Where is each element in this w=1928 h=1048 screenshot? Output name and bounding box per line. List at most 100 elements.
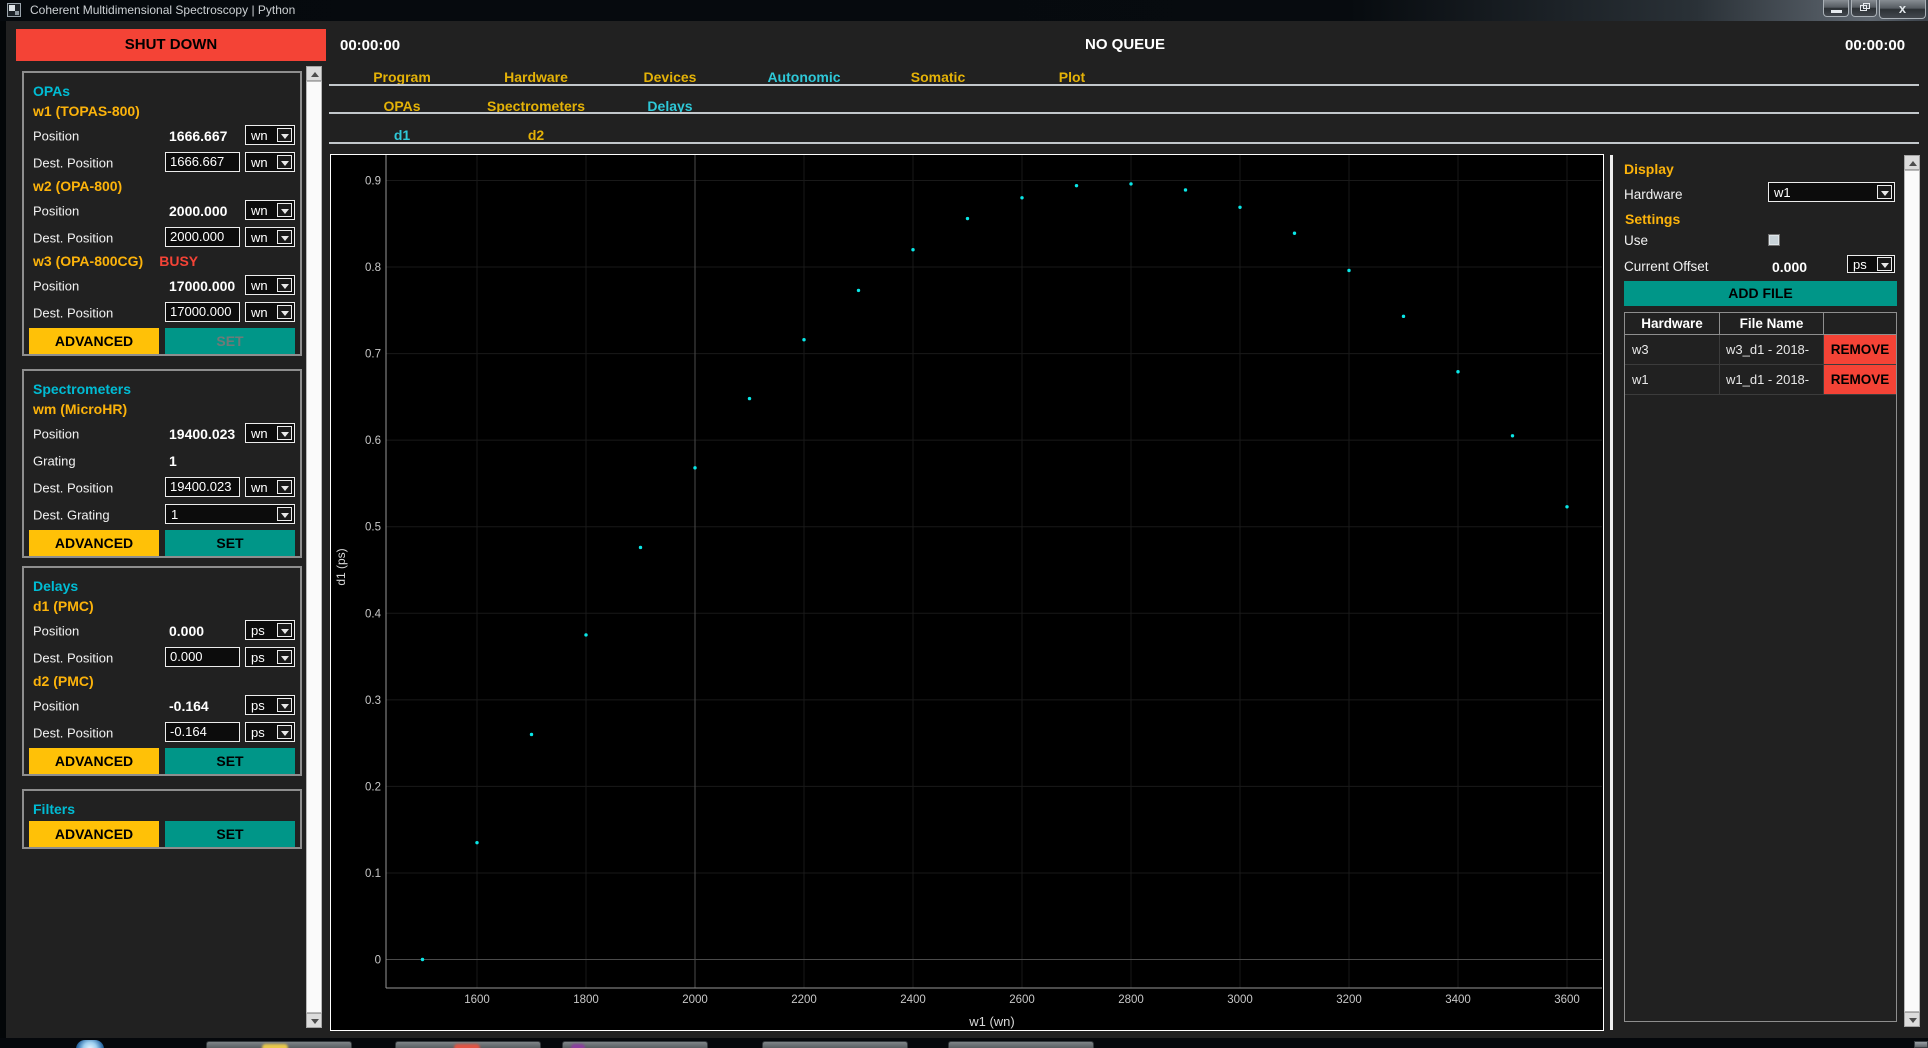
position-value: 19400.023 bbox=[169, 426, 235, 442]
unit-dropdown[interactable]: wn bbox=[245, 275, 295, 295]
chevron-down-icon bbox=[277, 305, 292, 319]
dest-position-input[interactable]: 19400.023 bbox=[165, 477, 240, 497]
scatter-plot[interactable]: 00.10.20.30.40.50.60.70.80.9160018002000… bbox=[330, 154, 1604, 1031]
set-button[interactable]: SET bbox=[165, 821, 295, 847]
chevron-down-icon bbox=[277, 507, 292, 521]
chevron-down-icon bbox=[277, 128, 292, 142]
show-desktop-button[interactable] bbox=[1914, 1041, 1928, 1048]
right-panel-scrollbar[interactable] bbox=[1904, 155, 1920, 1027]
advanced-button[interactable]: ADVANCED bbox=[29, 328, 159, 354]
shutdown-button[interactable]: SHUT DOWN bbox=[16, 29, 326, 61]
tab-underline-1 bbox=[329, 84, 1919, 86]
app-icon bbox=[7, 3, 21, 17]
start-orb-icon[interactable] bbox=[76, 1040, 104, 1048]
unit-dropdown[interactable]: wn bbox=[245, 152, 295, 172]
scroll-down-icon[interactable] bbox=[1904, 1012, 1920, 1027]
panel-buttons: ADVANCEDSET bbox=[29, 530, 300, 556]
unit-dropdown[interactable]: wn bbox=[245, 200, 295, 220]
close-button[interactable]: x bbox=[1879, 0, 1926, 19]
taskbar-app-5[interactable] bbox=[948, 1041, 1094, 1048]
set-button[interactable]: SET bbox=[165, 328, 295, 354]
tab-hardware[interactable]: Hardware bbox=[504, 69, 568, 85]
x-tick-label: 1600 bbox=[464, 994, 490, 1006]
y-tick-label: 0.9 bbox=[365, 175, 381, 187]
unit-dropdown[interactable]: wn bbox=[245, 227, 295, 247]
unit-dropdown[interactable]: ps bbox=[245, 620, 295, 640]
advanced-button[interactable]: ADVANCED bbox=[29, 748, 159, 774]
scroll-up-icon[interactable] bbox=[1904, 155, 1920, 170]
unit-dropdown[interactable]: wn bbox=[245, 125, 295, 145]
title-bar: Coherent Multidimensional Spectroscopy |… bbox=[0, 0, 1928, 21]
tab-program[interactable]: Program bbox=[373, 69, 431, 85]
row-label: Dest. Position bbox=[33, 305, 113, 320]
chevron-down-icon bbox=[1877, 185, 1892, 199]
position-value: 1 bbox=[169, 453, 177, 469]
unit-dropdown[interactable]: wn bbox=[245, 477, 295, 497]
unit-dropdown[interactable]: wn bbox=[245, 302, 295, 322]
dropdown-value: 1 bbox=[171, 506, 178, 523]
taskbar-app-1[interactable] bbox=[206, 1041, 352, 1048]
taskbar-app-2[interactable] bbox=[395, 1041, 541, 1048]
data-point bbox=[1456, 370, 1459, 373]
hardware-name: w1 (TOPAS-800) bbox=[33, 103, 140, 119]
restore-button[interactable] bbox=[1851, 0, 1877, 17]
add-file-button[interactable]: ADD FILE bbox=[1624, 281, 1897, 306]
row-label: Dest. Position bbox=[33, 230, 113, 245]
plot-canvas bbox=[331, 155, 1604, 1031]
current-offset-label: Current Offset bbox=[1624, 259, 1709, 274]
set-button[interactable]: SET bbox=[165, 530, 295, 556]
data-point bbox=[1129, 182, 1132, 185]
file-table-header-hardware: Hardware bbox=[1625, 313, 1720, 334]
dest-position-input[interactable]: 1666.667 bbox=[165, 152, 240, 172]
sidebar-scrollbar-thumb[interactable] bbox=[306, 81, 322, 1013]
tab-underline-3 bbox=[329, 142, 1919, 144]
tab-plot[interactable]: Plot bbox=[1059, 69, 1085, 85]
taskbar-app-3[interactable] bbox=[562, 1041, 708, 1048]
grating-dropdown[interactable]: 1 bbox=[165, 504, 295, 524]
data-point bbox=[911, 248, 914, 251]
panel-row: Position17000.000wn bbox=[24, 272, 300, 299]
set-button[interactable]: SET bbox=[165, 748, 295, 774]
file-table-header-action bbox=[1824, 313, 1896, 334]
hardware-name: d1 (PMC) bbox=[33, 598, 94, 614]
remove-file-button[interactable]: REMOVE bbox=[1824, 335, 1896, 364]
use-checkbox[interactable] bbox=[1768, 234, 1780, 246]
advanced-button[interactable]: ADVANCED bbox=[29, 530, 159, 556]
y-tick-label: 0.5 bbox=[365, 522, 381, 534]
x-tick-label: 3600 bbox=[1554, 994, 1580, 1006]
dest-position-input[interactable]: -0.164 bbox=[165, 722, 240, 742]
data-point bbox=[748, 397, 751, 400]
panel-row: Grating1 bbox=[24, 447, 300, 474]
unit-value: wn bbox=[251, 229, 268, 246]
scroll-down-icon[interactable] bbox=[306, 1013, 322, 1028]
data-point bbox=[1402, 315, 1405, 318]
unit-dropdown[interactable]: ps bbox=[245, 722, 295, 742]
scroll-up-icon[interactable] bbox=[306, 66, 322, 81]
unit-dropdown[interactable]: ps bbox=[245, 695, 295, 715]
file-table-row: w1w1_d1 - 2018-REMOVE bbox=[1625, 365, 1896, 395]
remove-file-button[interactable]: REMOVE bbox=[1824, 365, 1896, 394]
tab-somatic[interactable]: Somatic bbox=[911, 69, 965, 85]
offset-unit-dropdown[interactable]: ps bbox=[1847, 255, 1895, 273]
minimize-button[interactable] bbox=[1823, 0, 1849, 17]
tab-devices[interactable]: Devices bbox=[644, 69, 697, 85]
tab-d1[interactable]: d1 bbox=[394, 127, 410, 143]
data-point bbox=[1347, 269, 1350, 272]
tab-d2[interactable]: d2 bbox=[528, 127, 544, 143]
panel-row: Dest. Position 2000.000 wn bbox=[24, 224, 300, 251]
dest-position-input[interactable]: 0.000 bbox=[165, 647, 240, 667]
y-tick-label: 0.1 bbox=[365, 868, 381, 880]
dest-position-input[interactable]: 2000.000 bbox=[165, 227, 240, 247]
right-scrollbar-thumb[interactable] bbox=[1904, 170, 1920, 1012]
unit-dropdown[interactable]: wn bbox=[245, 423, 295, 443]
chevron-down-icon bbox=[277, 203, 292, 217]
unit-value: ps bbox=[251, 649, 265, 666]
taskbar-app-4[interactable] bbox=[762, 1041, 908, 1048]
advanced-button[interactable]: ADVANCED bbox=[29, 821, 159, 847]
tab-autonomic[interactable]: Autonomic bbox=[767, 69, 840, 85]
sidebar-scrollbar[interactable] bbox=[306, 66, 322, 1028]
hardware-dropdown[interactable]: w1 bbox=[1768, 182, 1895, 202]
unit-dropdown[interactable]: ps bbox=[245, 647, 295, 667]
chevron-down-icon bbox=[277, 650, 292, 664]
dest-position-input[interactable]: 17000.000 bbox=[165, 302, 240, 322]
